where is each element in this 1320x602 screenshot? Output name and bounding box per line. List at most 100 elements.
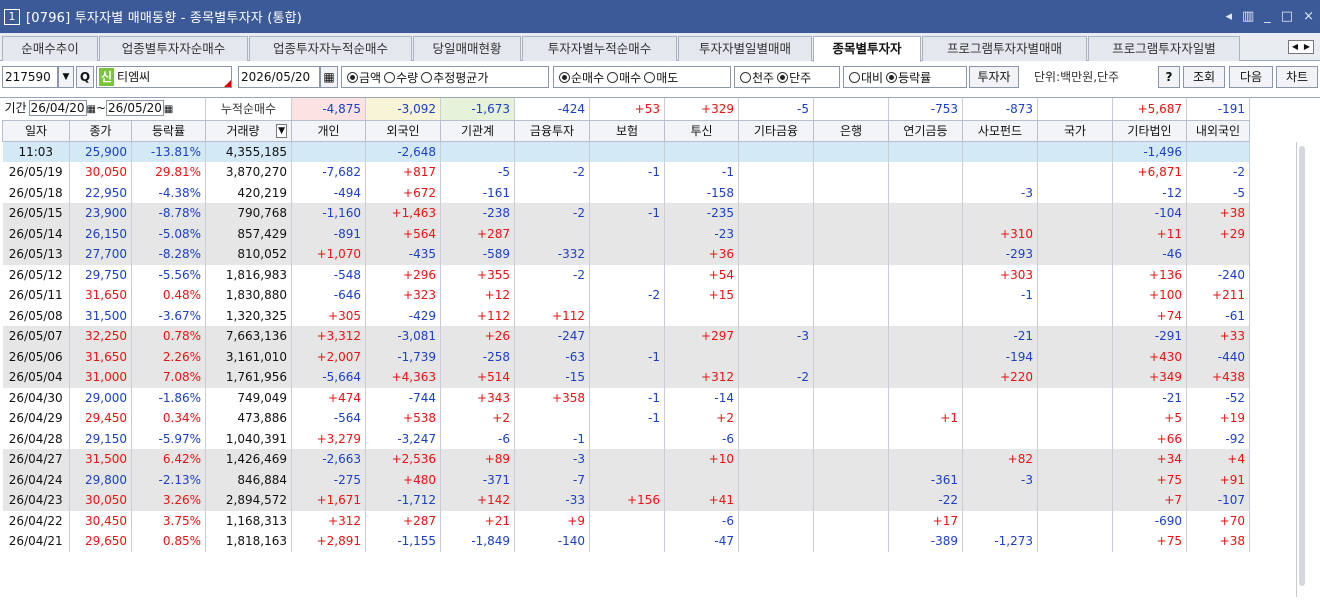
table-row[interactable]: 26/04/28 29,150 -5.97% 1,040,391 +3,279 -3,24… [2,428,1250,449]
tab-program-investor[interactable]: 프로그램투자자별매매 [922,36,1087,61]
cell-foreign: +538 [365,408,441,429]
cell-institution: +89 [440,449,515,470]
column-header-pension[interactable]: 연기금등 [888,120,963,142]
column-header-investment-trust[interactable]: 투신 [664,120,739,142]
query-button[interactable]: 조회 [1183,66,1225,88]
radio-sell[interactable] [644,71,656,83]
chart-button[interactable]: 차트 [1276,66,1318,88]
table-row[interactable]: 26/05/08 31,500 -3.67% 1,320,325 +305 -429 +11… [2,305,1250,326]
column-header-foreign[interactable]: 외국인 [365,120,441,142]
sort-dropdown-icon[interactable]: ▼ [276,124,287,138]
close-icon[interactable]: × [1303,9,1314,24]
radio-change[interactable] [849,71,860,83]
column-header-private-fund[interactable]: 사모펀드 [962,120,1038,142]
calendar-icon[interactable]: ▦ [87,104,96,115]
tab-today-trading[interactable]: 당일매매현황 [413,36,521,61]
column-header-change-rate[interactable]: 등락률 [131,120,206,142]
tab-prev-icon[interactable]: ◀ [1289,41,1301,53]
cell-other-corp: +7 [1112,490,1187,511]
column-header-other-corp[interactable]: 기타법인 [1112,120,1187,142]
column-header-label: 기타금융 [753,124,799,138]
column-header-date[interactable]: 일자 [2,120,70,142]
tab-program-daily[interactable]: 프로그램투자자일별 [1088,36,1240,61]
table-row[interactable]: 26/04/24 29,800 -2.13% 846,884 -275 +480 -371-… [2,469,1250,490]
maximize-icon[interactable]: □ [1281,9,1293,24]
search-icon[interactable]: Q [76,66,94,88]
table-row[interactable]: 26/04/29 29,450 0.34% 473,886 -564 +538 +2 -1 +2… [2,408,1250,429]
scroll-thumb[interactable] [1299,146,1305,586]
date-input[interactable]: 2026/05/20 [238,66,320,88]
table-row[interactable]: 26/05/07 32,250 0.78% 7,663,136 +3,312 -3,081… [2,326,1250,347]
tab-sector-investor-cumulative[interactable]: 업종투자자누적순매수 [249,36,412,61]
table-row[interactable]: 26/05/19 30,050 29.81% 3,870,270 -7,682 +817-… [2,162,1250,183]
investor-button[interactable]: 투자자 [969,66,1019,88]
radio-net-buy[interactable] [559,71,570,83]
cell-individual [291,141,366,162]
table-row[interactable]: 26/05/11 31,650 0.48% 1,830,880 -646 +323 +12 -… [2,285,1250,306]
calendar-icon[interactable]: ▦ [164,104,173,115]
radio-avg-price[interactable] [421,71,433,83]
period-to-input[interactable]: 26/05/20 [106,100,164,116]
table-row[interactable]: 11:03 25,900 -13.81% 4,355,185 -2,648 -1,496 [2,141,1250,162]
column-header-other-finance[interactable]: 기타금융 [738,120,814,142]
column-header-financial-investment[interactable]: 금융투자 [514,120,590,142]
table-row[interactable]: 26/04/22 30,450 3.75% 1,168,313 +312 +287 +21 +… [2,510,1250,531]
column-header-volume[interactable]: 거래량 ▼ [205,120,292,142]
stock-name-field[interactable]: 신 티엠씨 [96,66,232,88]
cell-change-rate: 7.08% [131,367,206,388]
column-header-individual[interactable]: 개인 [291,120,366,142]
table-row[interactable]: 26/04/27 31,500 6.42% 1,426,469 -2,663 +2,536… [2,449,1250,470]
column-header-bank[interactable]: 은행 [813,120,889,142]
table-row[interactable]: 26/04/30 29,000 -1.86% 749,049 +474 -744 +343 +… [2,387,1250,408]
tab-sector-investor-net-buy[interactable]: 업종별투자자순매수 [99,36,248,61]
column-header-state[interactable]: 국가 [1037,120,1113,142]
tab-net-buy-trend[interactable]: 순매수추이 [2,36,98,61]
table-row[interactable]: 26/05/13 27,700 -8.28% 810,052 +1,070 -435 -58… [2,244,1250,265]
column-header-insurance[interactable]: 보험 [589,120,665,142]
cell-change-rate: -3.67% [131,305,206,326]
cell-bank [813,203,889,224]
cell-financial-investment [514,408,590,429]
radio-quantity[interactable] [384,71,396,83]
code-dropdown-icon[interactable]: ▼ [58,66,74,88]
radio-buy[interactable] [607,71,619,83]
table-row[interactable]: 26/04/21 29,650 0.85% 1,818,163 +2,891 -1,155… [2,531,1250,552]
layout-icon[interactable]: ▥ [1242,9,1254,24]
help-button[interactable]: ? [1158,66,1180,88]
table-row[interactable]: 26/05/04 31,000 7.08% 1,761,956 -5,664 +4,363… [2,367,1250,388]
minimize-icon[interactable]: _ [1264,9,1271,24]
table-row[interactable]: 26/05/12 29,750 -5.56% 1,816,983 -548 +296 +35… [2,264,1250,285]
cell-close: 31,500 [69,305,132,326]
tab-next-icon[interactable]: ▶ [1301,41,1313,53]
tab-investor-cumulative[interactable]: 투자자별누적순매수 [522,36,677,61]
cell-insurance: -1 [589,162,665,183]
cell-close: 29,450 [69,408,132,429]
cell-volume: 2,894,572 [205,490,292,511]
radio-single-shares[interactable] [777,71,789,83]
radio-change-rate[interactable] [886,71,898,83]
cell-bank [813,162,889,183]
column-header-close[interactable]: 종가 [69,120,132,142]
collapse-icon[interactable]: ◂ [1225,9,1232,24]
table-row[interactable]: 26/04/23 30,050 3.26% 2,894,572 +1,671 -1,712… [2,490,1250,511]
next-button[interactable]: 다음 [1229,66,1273,88]
tab-stock-investor[interactable]: 종목별투자자 [813,36,921,62]
table-row[interactable]: 26/05/14 26,150 -5.08% 857,429 -891 +564 +287 -… [2,223,1250,244]
table-row[interactable]: 26/05/15 23,900 -8.78% 790,768 -1,160 +1,463-… [2,203,1250,224]
column-header-label: 투신 [690,124,713,138]
radio-amount-label: 금액 [359,70,382,85]
column-header-domestic-foreign[interactable]: 내외국인 [1186,120,1250,142]
radio-amount[interactable] [347,71,358,83]
column-header-institution[interactable]: 기관계 [440,120,515,142]
stock-code-input[interactable]: 217590 [2,66,58,88]
radio-thousand-shares[interactable] [740,71,751,83]
period-from-input[interactable]: 26/04/20 [28,100,87,116]
tab-investor-daily[interactable]: 투자자별일별매매 [678,36,812,61]
cell-change-rate: 3.26% [131,490,206,511]
table-row[interactable]: 26/05/18 22,950 -4.38% 420,219 -494 +672 -161 -… [2,182,1250,203]
table-row[interactable]: 26/05/06 31,650 2.26% 3,161,010 +2,007 -1,739… [2,346,1250,367]
calendar-icon[interactable]: ▦ [320,66,338,88]
vertical-scrollbar[interactable] [1296,142,1308,597]
cell-date: 26/04/30 [2,387,70,408]
cell-pension: +1 [888,408,963,429]
